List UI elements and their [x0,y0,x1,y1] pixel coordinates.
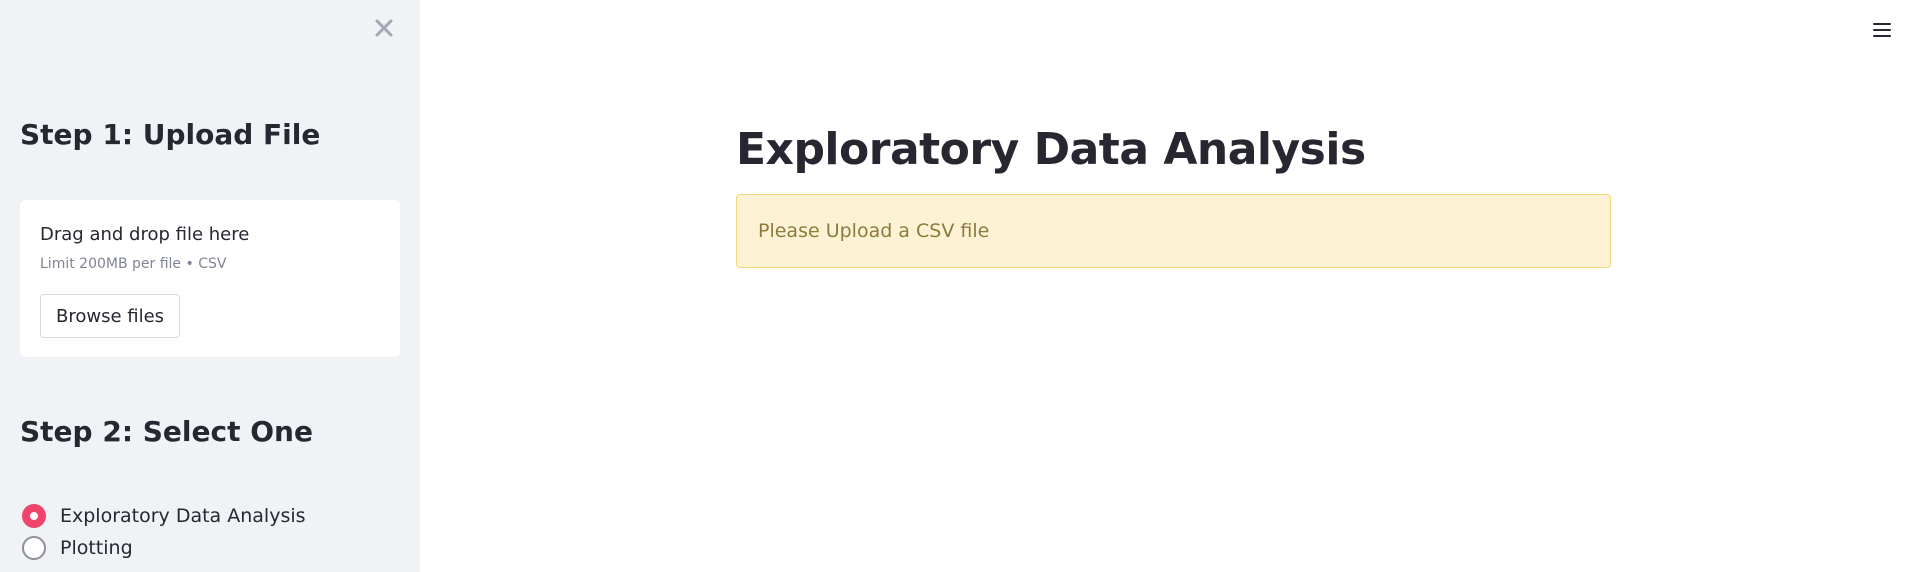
step2-heading: Step 2: Select One [20,415,313,448]
radio-label: Exploratory Data Analysis [60,505,306,527]
uploader-drag-text: Drag and drop file here [40,224,250,245]
warning-alert-text: Please Upload a CSV file [758,220,990,242]
file-uploader-dropzone[interactable]: Drag and drop file here Limit 200MB per … [20,200,400,357]
warning-alert: Please Upload a CSV file [736,194,1611,268]
sidebar: Step 1: Upload File Drag and drop file h… [0,0,420,572]
radio-selected-icon[interactable] [22,504,46,528]
browse-files-button[interactable]: Browse files [40,294,181,338]
page-title: Exploratory Data Analysis [736,124,1366,175]
step1-heading: Step 1: Upload File [20,118,321,151]
radio-option-plotting[interactable]: Plotting [22,532,306,564]
radio-label: Plotting [60,537,133,559]
analysis-radio-group: Exploratory Data Analysis Plotting [22,500,306,564]
radio-option-exploratory-data-analysis[interactable]: Exploratory Data Analysis [22,500,306,532]
radio-unselected-icon[interactable] [22,536,46,560]
uploader-limit-text: Limit 200MB per file • CSV [40,256,227,272]
hamburger-menu-icon[interactable] [1870,18,1894,42]
close-icon[interactable] [372,16,396,40]
app-root: Step 1: Upload File Drag and drop file h… [0,0,1920,572]
